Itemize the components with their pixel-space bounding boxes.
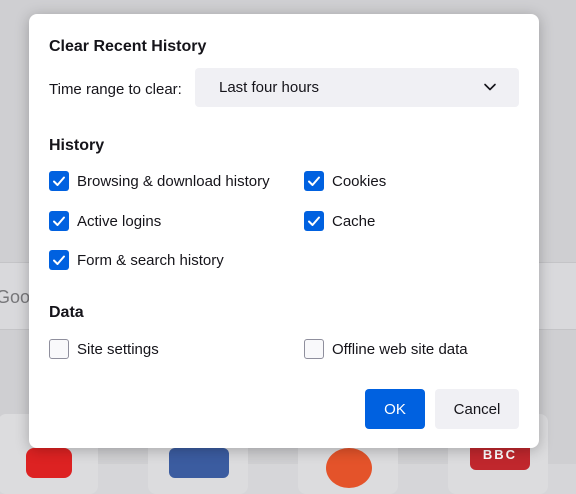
checkbox-label: Cache [332, 212, 376, 230]
checkbox-checked-icon[interactable] [49, 171, 69, 191]
checkbox-browsing-history[interactable]: Browsing & download history [49, 171, 270, 191]
checkbox-label: Offline web site data [332, 340, 468, 358]
history-heading: History [49, 137, 105, 154]
cancel-button[interactable]: Cancel [435, 389, 519, 429]
checkbox-active-logins[interactable]: Active logins [49, 211, 161, 231]
checkbox-label: Form & search history [77, 251, 224, 269]
checkbox-checked-icon[interactable] [49, 211, 69, 231]
checkbox-checked-icon[interactable] [304, 171, 324, 191]
checkbox-offline-data[interactable]: Offline web site data [304, 339, 468, 359]
checkbox-cookies[interactable]: Cookies [304, 171, 386, 191]
checkbox-unchecked-icon[interactable] [49, 339, 69, 359]
facebook-icon [169, 448, 229, 478]
checkbox-label: Cookies [332, 172, 387, 190]
chevron-down-icon [484, 83, 496, 91]
time-range-select[interactable]: Last four hours [195, 68, 519, 107]
checkbox-checked-icon[interactable] [49, 250, 69, 270]
checkbox-cache[interactable]: Cache [304, 211, 375, 231]
data-heading: Data [49, 304, 84, 321]
reddit-icon [326, 448, 372, 488]
time-range-label: Time range to clear: [49, 81, 182, 98]
ok-button[interactable]: OK [365, 389, 425, 429]
time-range-value: Last four hours [219, 79, 320, 96]
dialog-title: Clear Recent History [49, 38, 207, 55]
youtube-icon [26, 448, 72, 478]
checkbox-unchecked-icon[interactable] [304, 339, 324, 359]
checkbox-checked-icon[interactable] [304, 211, 324, 231]
checkbox-form-search-history[interactable]: Form & search history [49, 250, 224, 270]
clear-history-dialog: Clear Recent History Time range to clear… [29, 14, 539, 448]
checkbox-label: Site settings [77, 340, 159, 358]
checkbox-label: Active logins [77, 212, 162, 230]
checkbox-label: Browsing & download history [77, 172, 270, 190]
checkbox-site-settings[interactable]: Site settings [49, 339, 159, 359]
